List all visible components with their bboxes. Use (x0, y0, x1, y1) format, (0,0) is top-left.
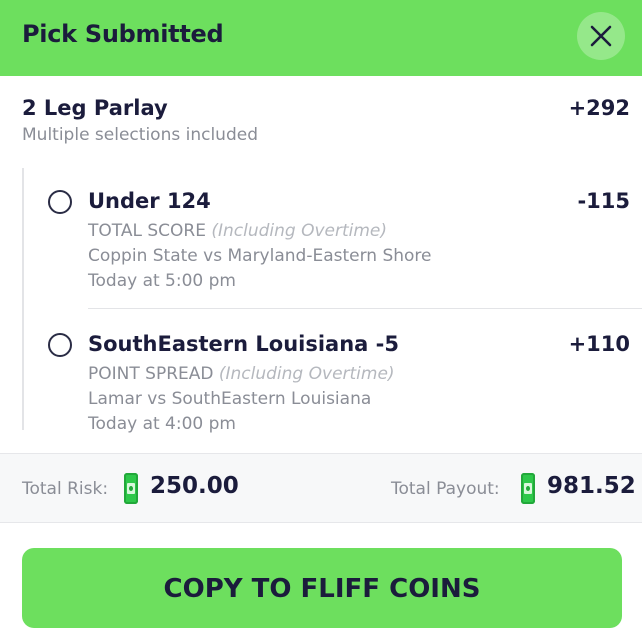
leg-odds: +110 (568, 332, 630, 356)
total-payout-label: Total Payout: (391, 479, 500, 499)
leg-time: Today at 5:00 pm (88, 271, 236, 291)
total-risk-value: 250.00 (150, 473, 239, 499)
modal-header: Pick Submitted (0, 0, 642, 76)
leg-time: Today at 4:00 pm (88, 414, 236, 434)
leg-event: Lamar vs SouthEastern Louisiana (88, 389, 372, 409)
leg-market-qualifier: (Including Overtime) (211, 221, 388, 241)
parlay-title: 2 Leg Parlay (22, 96, 168, 120)
totals-bar: Total Risk: 250.00 Total Payout: 981.52 (0, 453, 642, 523)
leg-market-qualifier: (Including Overtime) (218, 364, 395, 384)
total-payout-value: 981.52 (547, 473, 636, 499)
leg-selection: Under 124 (88, 189, 211, 213)
legs-rail (22, 168, 24, 430)
leg-divider (88, 308, 642, 309)
fliff-coin-icon (124, 473, 138, 504)
leg-status-radio-icon (48, 190, 72, 214)
close-button[interactable] (577, 12, 625, 60)
copy-to-fliff-coins-button[interactable]: COPY TO FLIFF COINS (22, 548, 622, 628)
parlay-odds: +292 (568, 96, 630, 120)
leg-selection: SouthEastern Louisiana -5 (88, 332, 399, 356)
leg-market: POINT SPREAD (Including Overtime) (88, 364, 395, 384)
copy-button-label: COPY TO FLIFF COINS (163, 574, 481, 604)
modal-title: Pick Submitted (22, 20, 224, 48)
leg-event: Coppin State vs Maryland-Eastern Shore (88, 246, 432, 266)
close-icon (590, 25, 612, 47)
leg-status-radio-icon (48, 333, 72, 357)
total-risk-label: Total Risk: (22, 479, 109, 499)
leg-market-name: POINT SPREAD (88, 364, 214, 384)
fliff-coin-icon (521, 473, 535, 504)
leg-odds: -115 (577, 189, 630, 213)
leg-market-name: TOTAL SCORE (88, 221, 206, 241)
parlay-subtitle: Multiple selections included (22, 125, 258, 145)
leg-market: TOTAL SCORE (Including Overtime) (88, 221, 387, 241)
